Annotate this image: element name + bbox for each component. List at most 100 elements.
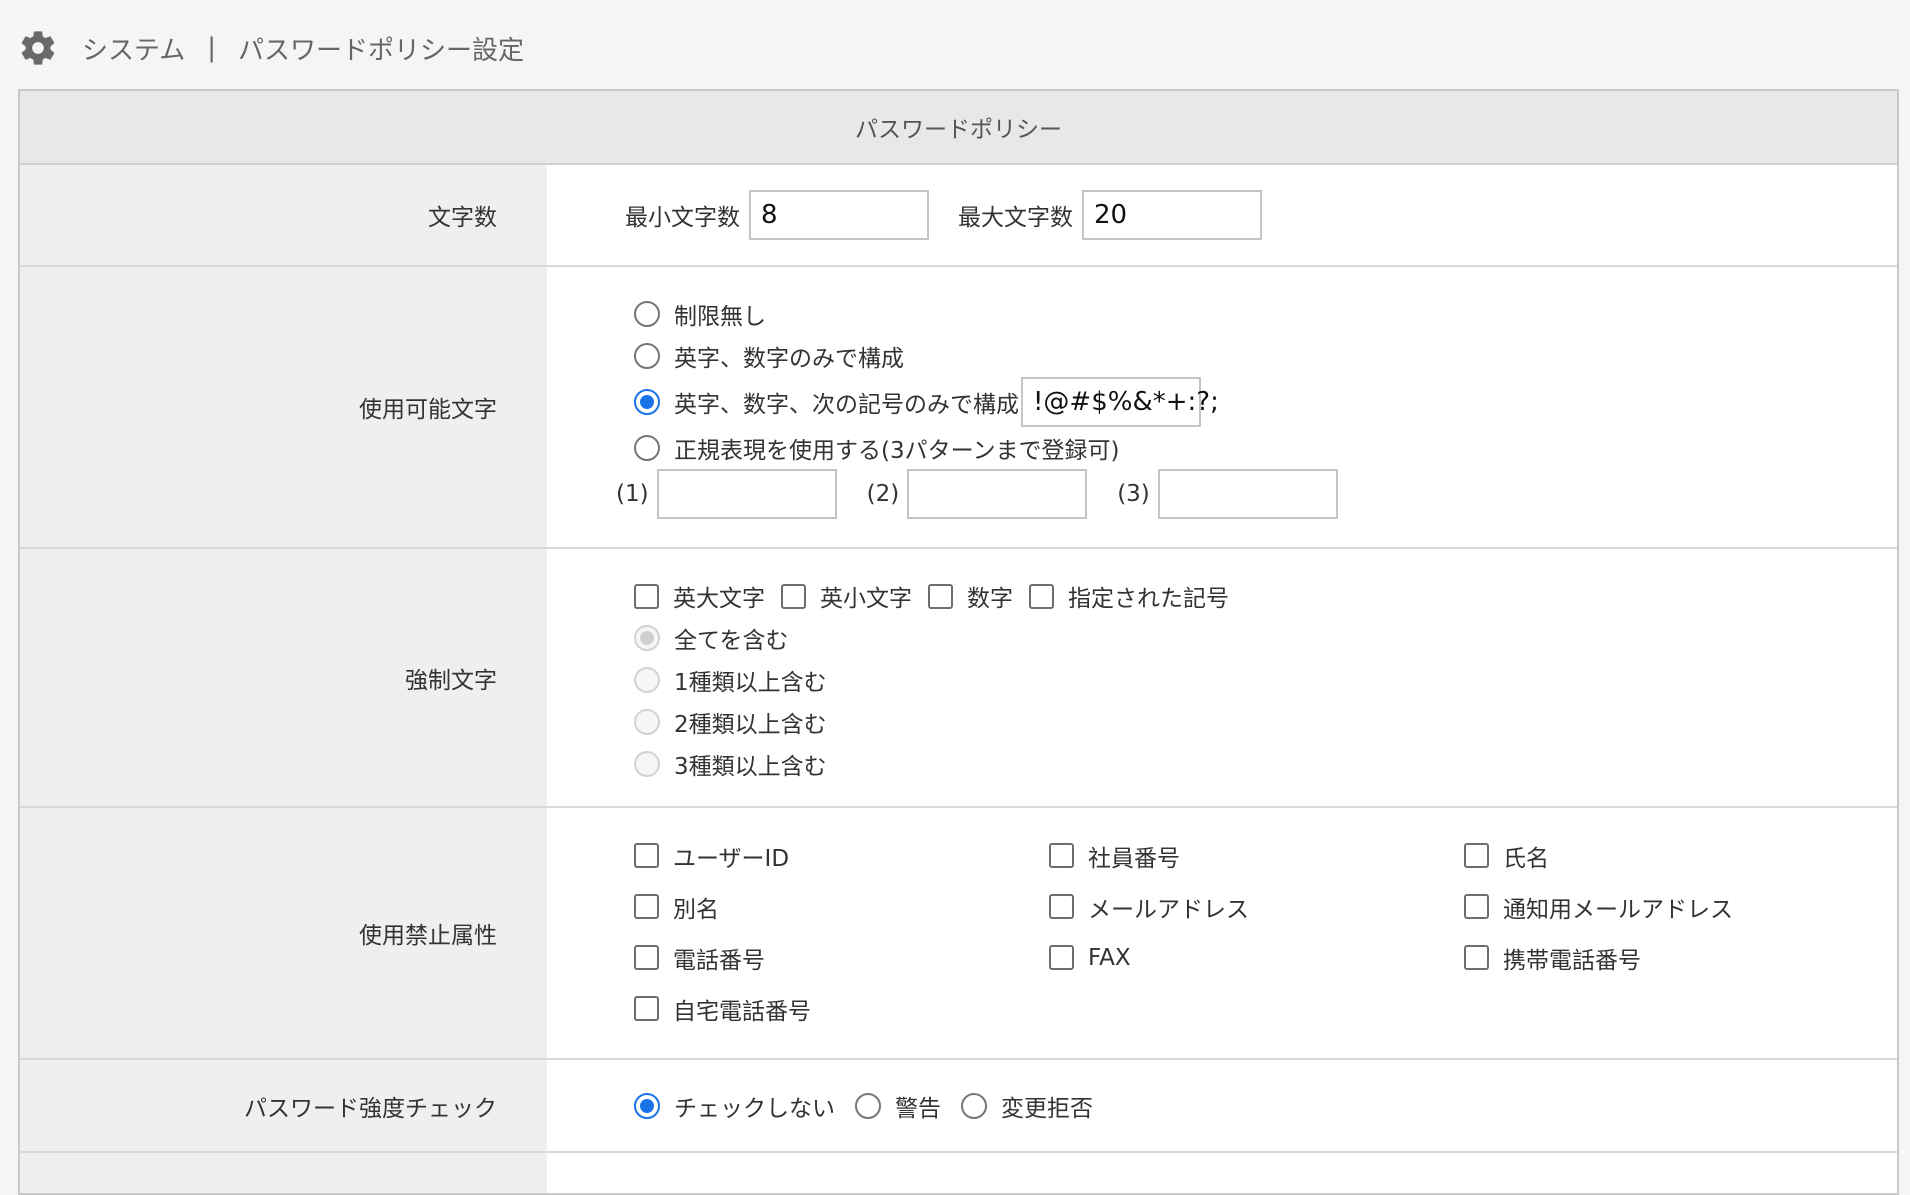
required-radio-1plus[interactable]	[634, 667, 660, 693]
strength-option-none[interactable]: チェックしない	[634, 1089, 835, 1123]
required-type-label: 指定された記号	[1068, 586, 1229, 612]
checkbox-digit[interactable]	[928, 583, 953, 609]
forbidden-attr-label: 通知用メールアドレス	[1503, 896, 1733, 923]
allowed-option-regex[interactable]: 正規表現を使用する(3パターンまで登録可)	[634, 431, 1119, 465]
required-rule-label: 1種類以上含む	[674, 670, 827, 696]
allowed-radio-symbols[interactable]	[634, 389, 660, 415]
forbidden-attr-item[interactable]: 自宅電話番号	[634, 983, 1049, 1034]
strength-option-label: 変更拒否	[1001, 1095, 1093, 1122]
regex-input-1[interactable]	[656, 469, 837, 519]
forbidden-attr-item[interactable]: 電話番号	[634, 932, 1049, 983]
page-title: パスワードポリシー設定	[238, 35, 525, 66]
required-radio-all[interactable]	[634, 625, 660, 651]
row-strength-check: パスワード強度チェック チェックしない 警告 変更拒否	[20, 1060, 1897, 1153]
regex-inputs: (1) (2) (3)	[616, 469, 1338, 519]
regex-input-3[interactable]	[1157, 469, 1338, 519]
allowed-option-alnum[interactable]: 英字、数字のみで構成	[634, 339, 904, 373]
symbols-input[interactable]: !@#$%&*+:?;	[1021, 377, 1219, 427]
strength-radio-none[interactable]	[634, 1092, 660, 1119]
row-label-required: 強制文字	[20, 549, 547, 806]
forbidden-checkbox[interactable]	[1049, 843, 1074, 868]
max-length-label: 最大文字数	[958, 205, 1073, 231]
forbidden-attr-label: 携帯電話番号	[1503, 947, 1641, 974]
forbidden-attr-item[interactable]: 携帯電話番号	[1464, 932, 1879, 983]
row-length: 文字数 最小文字数 8 最大文字数 20	[20, 165, 1897, 267]
strength-radio-reject[interactable]	[961, 1092, 987, 1119]
required-rule-label: 3種類以上含む	[674, 754, 827, 780]
row-label-forbidden: 使用禁止属性	[20, 808, 547, 1058]
forbidden-attr-item[interactable]: 通知用メールアドレス	[1464, 881, 1879, 932]
forbidden-checkbox[interactable]	[1464, 843, 1489, 868]
regex-label-3: (3)	[1117, 481, 1150, 507]
forbidden-attr-label: 氏名	[1503, 845, 1549, 872]
required-rule-label: 2種類以上含む	[674, 712, 827, 738]
forbidden-attr-label: FAX	[1088, 944, 1131, 971]
allowed-radio-alnum[interactable]	[634, 343, 660, 369]
password-policy-panel: パスワードポリシー 文字数 最小文字数 8 最大文字数 20 使用可能文字 制限…	[18, 89, 1899, 1195]
forbidden-checkbox[interactable]	[634, 945, 659, 970]
required-type-symbol[interactable]: 指定された記号	[1029, 579, 1229, 613]
forbidden-checkbox[interactable]	[634, 996, 659, 1021]
row-label-allowed: 使用可能文字	[20, 267, 547, 547]
checkbox-uppercase[interactable]	[634, 583, 659, 609]
forbidden-attr-label: 社員番号	[1088, 845, 1180, 872]
required-radio-3plus[interactable]	[634, 751, 660, 777]
row-required-chars: 強制文字 英大文字 英小文字 数字 指定された記号 全てを含む 1種類以上含む …	[20, 549, 1897, 808]
required-rule-2plus[interactable]: 2種類以上含む	[634, 705, 827, 739]
allowed-option-label: 正規表現を使用する(3パターンまで登録可)	[674, 438, 1120, 464]
strength-option-reject[interactable]: 変更拒否	[961, 1089, 1093, 1123]
forbidden-attr-label: 電話番号	[673, 947, 765, 974]
forbidden-attr-label: 別名	[673, 896, 719, 923]
forbidden-attr-grid: ユーザーID 社員番号 氏名 別名 メールアドレス 通知用メールアドレス 電話番…	[634, 830, 1879, 1034]
required-rule-all[interactable]: 全てを含む	[634, 621, 789, 655]
allowed-radio-none[interactable]	[634, 301, 660, 327]
forbidden-checkbox[interactable]	[1464, 945, 1489, 970]
row-label-length: 文字数	[20, 165, 547, 265]
required-radio-2plus[interactable]	[634, 709, 660, 735]
forbidden-attr-item[interactable]: 別名	[634, 881, 1049, 932]
allowed-option-none[interactable]: 制限無し	[634, 297, 766, 331]
row-forbidden-attrs: 使用禁止属性 ユーザーID 社員番号 氏名 別名 メールアドレス 通知用メールア…	[20, 808, 1897, 1060]
forbidden-attr-label: メールアドレス	[1088, 896, 1249, 923]
allowed-option-label: 制限無し	[674, 304, 766, 330]
strength-option-label: 警告	[895, 1095, 941, 1122]
min-length-input[interactable]: 8	[749, 190, 929, 240]
checkbox-lowercase[interactable]	[781, 583, 806, 609]
forbidden-checkbox[interactable]	[1464, 894, 1489, 919]
required-type-label: 英大文字	[673, 586, 765, 612]
required-type-digit[interactable]: 数字	[928, 579, 1013, 613]
gear-icon	[21, 31, 55, 65]
forbidden-attr-item[interactable]: FAX	[1049, 932, 1464, 983]
allowed-option-label: 英字、数字のみで構成	[674, 346, 904, 372]
strength-option-warn[interactable]: 警告	[855, 1089, 941, 1123]
row-label-strength: パスワード強度チェック	[20, 1060, 547, 1151]
required-rule-1plus[interactable]: 1種類以上含む	[634, 663, 827, 697]
allowed-option-symbols[interactable]: 英字、数字、次の記号のみで構成 !@#$%&*+:?;	[634, 377, 1219, 427]
forbidden-checkbox[interactable]	[1049, 894, 1074, 919]
regex-input-2[interactable]	[907, 469, 1088, 519]
forbidden-checkbox[interactable]	[634, 843, 659, 868]
strength-radio-warn[interactable]	[855, 1092, 881, 1119]
required-types: 英大文字 英小文字 数字 指定された記号	[634, 579, 1229, 613]
checkbox-symbol[interactable]	[1029, 583, 1054, 609]
allowed-radio-regex[interactable]	[634, 435, 660, 461]
forbidden-attr-item[interactable]: ユーザーID	[634, 830, 1049, 881]
allowed-option-label: 英字、数字、次の記号のみで構成	[674, 392, 1019, 418]
forbidden-attr-item[interactable]: メールアドレス	[1049, 881, 1464, 932]
regex-label-2: (2)	[866, 481, 900, 507]
required-rule-3plus[interactable]: 3種類以上含む	[634, 747, 827, 781]
forbidden-checkbox[interactable]	[1049, 945, 1074, 970]
forbidden-attr-label: ユーザーID	[673, 845, 790, 872]
required-type-label: 数字	[967, 586, 1013, 612]
required-rule-label: 全てを含む	[674, 628, 789, 654]
max-length-input[interactable]: 20	[1082, 190, 1262, 240]
required-type-label: 英小文字	[820, 586, 912, 612]
forbidden-attr-item[interactable]: 社員番号	[1049, 830, 1464, 881]
regex-label-1: (1)	[616, 481, 649, 507]
required-type-uppercase[interactable]: 英大文字	[634, 579, 765, 613]
forbidden-attr-item[interactable]: 氏名	[1464, 830, 1879, 881]
row-allowed-chars: 使用可能文字 制限無し 英字、数字のみで構成 英字、数字、次の記号のみで構成 !…	[20, 267, 1897, 549]
forbidden-checkbox[interactable]	[634, 894, 659, 919]
panel-title: パスワードポリシー	[20, 91, 1897, 165]
required-type-lowercase[interactable]: 英小文字	[781, 579, 912, 613]
